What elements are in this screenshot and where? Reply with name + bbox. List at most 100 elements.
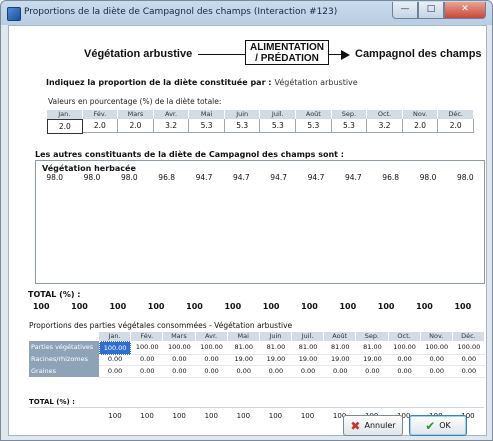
month-header: Oct. (367, 110, 403, 119)
diet-value-input[interactable]: 5.3 (260, 119, 297, 133)
total-value: 100 (339, 302, 357, 311)
table-cell[interactable]: 0.00 (259, 365, 292, 378)
total-value: 100 (262, 302, 280, 311)
parts-total-value: 100 (268, 412, 283, 420)
month-header: Sep. (356, 332, 389, 341)
month-header: Fév. (82, 110, 119, 119)
maximize-button[interactable]: □ (418, 2, 444, 19)
total-value: 100 (186, 302, 203, 311)
total-value: 100 (32, 302, 50, 311)
month-header: Avr. (153, 110, 190, 119)
parts-total-value: 100 (108, 412, 122, 420)
minimize-button[interactable]: — (392, 2, 418, 19)
month-header: Nov. (402, 110, 439, 119)
constituent-value: 98.0 (419, 173, 437, 182)
table-row: Racines/rhizomes 0.00 0.00 0.00 0.00 19.… (29, 353, 485, 366)
total-value: 100 (147, 302, 165, 311)
month-header: Déc. (452, 332, 485, 341)
month-header: Avr. (195, 332, 228, 341)
plant-parts-table: Jan. Fév. Mars Avr. Mai Juin Juil. Août … (29, 332, 485, 378)
table-cell[interactable]: 0.00 (388, 365, 421, 378)
app-icon (7, 7, 21, 21)
constituent-value: 94.7 (344, 173, 362, 182)
diet-value-input[interactable]: 5.3 (331, 119, 368, 133)
other-constituents-list[interactable]: Végétation herbacée 98.0 98.0 98.0 96.8 … (35, 160, 485, 284)
interaction-type-line2: / PRÉDATION (255, 53, 319, 64)
month-header: Juin (224, 110, 261, 119)
predator-label: Campagnol des champs (355, 48, 482, 60)
constituent-value: 98.0 (120, 173, 138, 182)
total-value: 100 (224, 302, 242, 311)
diet-value-input[interactable]: 2.0 (438, 119, 474, 133)
cancel-button[interactable]: ✖ Annuler (343, 415, 403, 436)
month-header: Juil. (260, 110, 297, 119)
flow-line-left (198, 54, 245, 55)
month-header: Mai (189, 110, 225, 119)
diet-value-input[interactable]: 2.0 (47, 119, 83, 134)
constituent-name: Végétation herbacée (42, 164, 136, 173)
arrow-right-icon (341, 50, 350, 60)
constituent-value: 98.0 (456, 173, 474, 182)
month-header: Août (296, 110, 332, 119)
diet-value-input[interactable]: 2.0 (118, 119, 154, 133)
parts-total-label: TOTAL (%) : (29, 398, 75, 406)
constituent-value: 94.7 (232, 173, 250, 182)
parts-total-value: 100 (172, 412, 186, 420)
total-value: 100 (416, 302, 433, 311)
interaction-flow: Végétation arbustive ALIMENTATION / PRÉD… (9, 40, 486, 68)
total-row: 100 100 100 100 100 100 100 100 100 100 … (22, 302, 482, 311)
close-button[interactable]: ✕ (444, 2, 486, 19)
diet-value-input[interactable]: 5.3 (189, 119, 225, 133)
table-cell[interactable]: 0.00 (227, 365, 260, 378)
parts-total-value: 100 (204, 412, 218, 420)
ok-button[interactable]: ✔ OK (409, 415, 467, 436)
diet-value-input[interactable]: 2.0 (402, 119, 439, 133)
table-row: Parties végétatives 100.00 100.00 100.00… (29, 341, 485, 355)
dialog-content: Végétation arbustive ALIMENTATION / PRÉD… (8, 25, 487, 436)
constituent-value: 96.8 (382, 173, 399, 182)
month-header: Oct. (388, 332, 421, 341)
divider (29, 407, 484, 408)
plant-parts-header: Jan. Fév. Mars Avr. Mai Juin Juil. Août … (29, 332, 485, 341)
constituent-values: 98.0 98.0 98.0 96.8 94.7 94.7 94.7 94.7 … (36, 173, 484, 182)
diet-value-input[interactable]: 2.0 (82, 119, 119, 133)
corner-cell (29, 332, 99, 341)
constituent-value: 98.0 (46, 173, 64, 182)
interaction-type-box: ALIMENTATION / PRÉDATION (245, 40, 329, 65)
dialog-window: Proportions de la diète de Campagnol des… (0, 0, 493, 441)
interaction-type-line1: ALIMENTATION (249, 42, 325, 53)
window-controls: — □ ✕ (392, 2, 486, 19)
total-value: 100 (454, 302, 472, 311)
table-cell[interactable]: 0.00 (324, 365, 357, 378)
checkmark-icon: ✔ (425, 418, 436, 433)
diet-percent-grid: Jan. Fév. Mars Avr. Mai Juin Juil. Août … (47, 110, 474, 134)
constituent-value: 96.8 (158, 173, 175, 182)
table-cell[interactable]: 0.00 (163, 365, 196, 378)
table-cell[interactable]: 0.00 (195, 365, 228, 378)
diet-value-input[interactable]: 5.3 (224, 119, 261, 133)
parts-total-value: 100 (236, 412, 251, 420)
total-value: 100 (71, 302, 88, 311)
parts-total-value: 100 (300, 412, 315, 420)
diet-value-input[interactable]: 5.3 (296, 119, 332, 133)
prompt-label: Indiquez la proportion de la diète const… (46, 78, 272, 87)
table-cell[interactable]: 0.00 (420, 365, 453, 378)
month-header: Déc. (438, 110, 474, 119)
table-cell[interactable]: 0.00 (356, 365, 389, 378)
table-cell[interactable]: 0.00 (292, 365, 325, 378)
table-cell[interactable]: 0.00 (131, 365, 164, 378)
cancel-label: Annuler (364, 421, 396, 430)
table-cell[interactable]: 0.00 (99, 365, 132, 378)
diet-value-input[interactable]: 3.2 (367, 119, 403, 133)
month-header: Mars (118, 110, 154, 119)
diet-value-input[interactable]: 3.2 (153, 119, 190, 133)
constituent-value: 94.7 (307, 173, 325, 182)
row-label: Graines (29, 365, 99, 378)
diet-prompt: Indiquez la proportion de la diète const… (46, 78, 358, 87)
constituent-value: 98.0 (83, 173, 101, 182)
month-header: Août (324, 332, 357, 341)
percent-label: Valeurs en pourcentage (%) de la diète t… (48, 97, 222, 106)
table-cell[interactable]: 0.00 (452, 365, 485, 378)
month-header: Nov. (420, 332, 453, 341)
parts-total-value: 100 (140, 412, 154, 420)
